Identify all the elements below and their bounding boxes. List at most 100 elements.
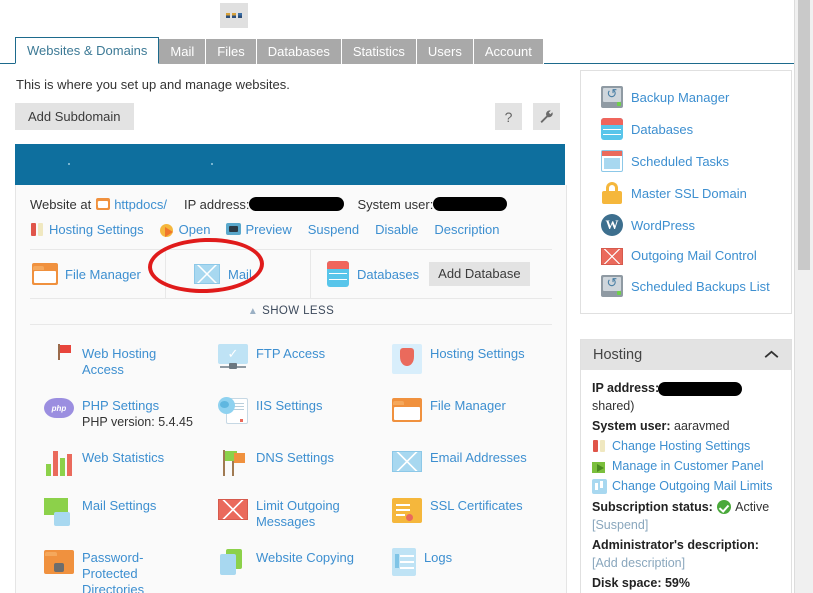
- feature-label[interactable]: FTP Access: [256, 346, 325, 361]
- settings-button[interactable]: [533, 103, 560, 130]
- feature-label[interactable]: Website Copying: [256, 550, 354, 565]
- feature-label[interactable]: Limit Outgoing Messages: [256, 498, 340, 529]
- dot-2-icon: [232, 13, 236, 18]
- add-database-button[interactable]: Add Database: [429, 262, 530, 286]
- action-label[interactable]: Suspend: [308, 222, 359, 237]
- feature-web-hosting-access[interactable]: Web Hosting Access: [30, 335, 204, 387]
- feature-php-settings[interactable]: php PHP Settings PHP version: 5.4.45: [30, 387, 204, 439]
- add-subdomain-button[interactable]: Add Subdomain: [15, 103, 134, 130]
- feature-label[interactable]: Email Addresses: [430, 450, 527, 465]
- feature-label[interactable]: Web Hosting Access: [82, 346, 156, 377]
- feature-password-protected-directories[interactable]: Password-Protected Directories: [30, 539, 204, 593]
- hosting-panel-header[interactable]: Hosting: [581, 340, 791, 370]
- sidebar-label[interactable]: Outgoing Mail Control: [631, 248, 757, 263]
- tab-statistics[interactable]: Statistics: [341, 39, 417, 64]
- feature-label[interactable]: SSL Certificates: [430, 498, 523, 513]
- tab-mail[interactable]: Mail: [159, 39, 207, 64]
- add-description-link[interactable]: [Add description]: [592, 556, 685, 570]
- link-label[interactable]: Change Outgoing Mail Limits: [612, 477, 773, 495]
- feature-label[interactable]: Hosting Settings: [430, 346, 525, 361]
- suspend-link[interactable]: [Suspend]: [592, 518, 648, 532]
- sidebar-item-scheduled-backups-list[interactable]: Scheduled Backups List: [581, 270, 791, 302]
- link-label[interactable]: Change Hosting Settings: [612, 437, 750, 455]
- feature-label[interactable]: Mail Settings: [82, 498, 156, 513]
- hosting-ip-row: IP address: shared): [592, 379, 780, 415]
- feature-file-manager[interactable]: File Manager: [378, 387, 552, 439]
- calendar-icon: [601, 150, 623, 172]
- feature-label[interactable]: PHP Settings: [82, 398, 159, 413]
- feature-mail-settings[interactable]: Mail Settings: [30, 487, 204, 539]
- sidebar-item-databases[interactable]: Databases: [581, 113, 791, 145]
- more-options-button[interactable]: [220, 3, 248, 28]
- link-manage-customer-panel[interactable]: Manage in Customer Panel: [592, 457, 780, 475]
- quick-actions-row: File Manager Mail Databases Add Database: [30, 249, 552, 298]
- php-icon: php: [44, 398, 74, 418]
- feature-label[interactable]: File Manager: [430, 398, 506, 413]
- sidebar-item-outgoing-mail-control[interactable]: Outgoing Mail Control: [581, 241, 791, 270]
- action-label[interactable]: Description: [434, 222, 499, 237]
- feature-ssl-certificates[interactable]: SSL Certificates: [378, 487, 552, 539]
- action-label[interactable]: Disable: [375, 222, 418, 237]
- document-icon: [391, 548, 416, 576]
- action-description[interactable]: Description: [434, 222, 499, 237]
- feature-limit-outgoing-messages[interactable]: Limit Outgoing Messages: [204, 487, 378, 539]
- sidebar-item-scheduled-tasks[interactable]: Scheduled Tasks: [581, 145, 791, 177]
- feature-website-copying[interactable]: Website Copying: [204, 539, 378, 593]
- link-label[interactable]: Manage in Customer Panel: [612, 457, 763, 475]
- tab-users[interactable]: Users: [416, 39, 474, 64]
- quick-databases[interactable]: Databases Add Database: [310, 250, 552, 298]
- feature-web-statistics[interactable]: Web Statistics: [30, 439, 204, 487]
- open-arrow-icon: [159, 222, 175, 237]
- quick-label[interactable]: Databases: [357, 267, 419, 282]
- sidebar-item-wordpress[interactable]: W WordPress: [581, 209, 791, 241]
- action-label[interactable]: Hosting Settings: [49, 222, 144, 237]
- action-label[interactable]: Preview: [245, 222, 291, 237]
- tab-databases[interactable]: Databases: [256, 39, 342, 64]
- sidebar-label[interactable]: Scheduled Backups List: [631, 279, 770, 294]
- sidebar-label[interactable]: WordPress: [631, 218, 695, 233]
- tab-websites-domains[interactable]: Websites & Domains: [15, 37, 160, 64]
- hosting-system-user-label: System user:: [592, 419, 671, 433]
- action-suspend[interactable]: Suspend: [308, 222, 359, 237]
- help-button[interactable]: ?: [495, 103, 522, 130]
- action-disable[interactable]: Disable: [375, 222, 418, 237]
- sidebar-label[interactable]: Scheduled Tasks: [631, 154, 729, 169]
- tab-account[interactable]: Account: [473, 39, 544, 64]
- feature-label[interactable]: DNS Settings: [256, 450, 334, 465]
- sidebar-label[interactable]: Backup Manager: [631, 90, 729, 105]
- feature-ftp-access[interactable]: FTP Access: [204, 335, 378, 387]
- action-hosting-settings[interactable]: Hosting Settings: [30, 222, 144, 237]
- sidebar-label[interactable]: Master SSL Domain: [631, 186, 747, 201]
- hosting-system-user-value: aaravmed: [674, 419, 730, 433]
- link-change-outgoing-mail-limits[interactable]: Change Outgoing Mail Limits: [592, 477, 780, 495]
- feature-iis-settings[interactable]: IIS Settings: [204, 387, 378, 439]
- scrollbar-thumb[interactable]: [798, 0, 810, 270]
- feature-label[interactable]: IIS Settings: [256, 398, 322, 413]
- link-change-hosting-settings[interactable]: Change Hosting Settings: [592, 437, 780, 455]
- feature-label[interactable]: Logs: [424, 550, 452, 565]
- feature-dns-settings[interactable]: DNS Settings: [204, 439, 378, 487]
- php-version-text: PHP version: 5.4.45: [82, 415, 193, 429]
- feature-hosting-settings[interactable]: Hosting Settings: [378, 335, 552, 387]
- chevron-up-icon[interactable]: [764, 348, 779, 362]
- certificate-icon: [391, 498, 422, 523]
- feature-label[interactable]: Password-Protected Directories: [82, 550, 144, 593]
- tab-files[interactable]: Files: [206, 39, 257, 64]
- show-less-toggle[interactable]: ▲ SHOW LESS: [30, 298, 552, 324]
- action-preview[interactable]: Preview: [226, 222, 292, 237]
- docroot-link[interactable]: httpdocs/: [114, 197, 167, 212]
- sidebar-item-backup-manager[interactable]: Backup Manager: [581, 81, 791, 113]
- action-label[interactable]: Open: [179, 222, 211, 237]
- mail-settings-icon: [44, 496, 74, 526]
- action-open[interactable]: Open: [159, 222, 211, 237]
- feature-logs[interactable]: Logs: [378, 539, 552, 593]
- sidebar-label[interactable]: Databases: [631, 122, 693, 137]
- feature-label[interactable]: Web Statistics: [82, 450, 164, 465]
- sidebar-item-master-ssl-domain[interactable]: Master SSL Domain: [581, 177, 791, 209]
- quick-mail[interactable]: Mail: [165, 250, 310, 298]
- page-scrollbar[interactable]: [794, 0, 813, 593]
- quick-file-manager[interactable]: File Manager: [30, 250, 165, 298]
- feature-email-addresses[interactable]: Email Addresses: [378, 439, 552, 487]
- quick-label[interactable]: Mail: [228, 267, 252, 282]
- quick-label[interactable]: File Manager: [65, 267, 141, 282]
